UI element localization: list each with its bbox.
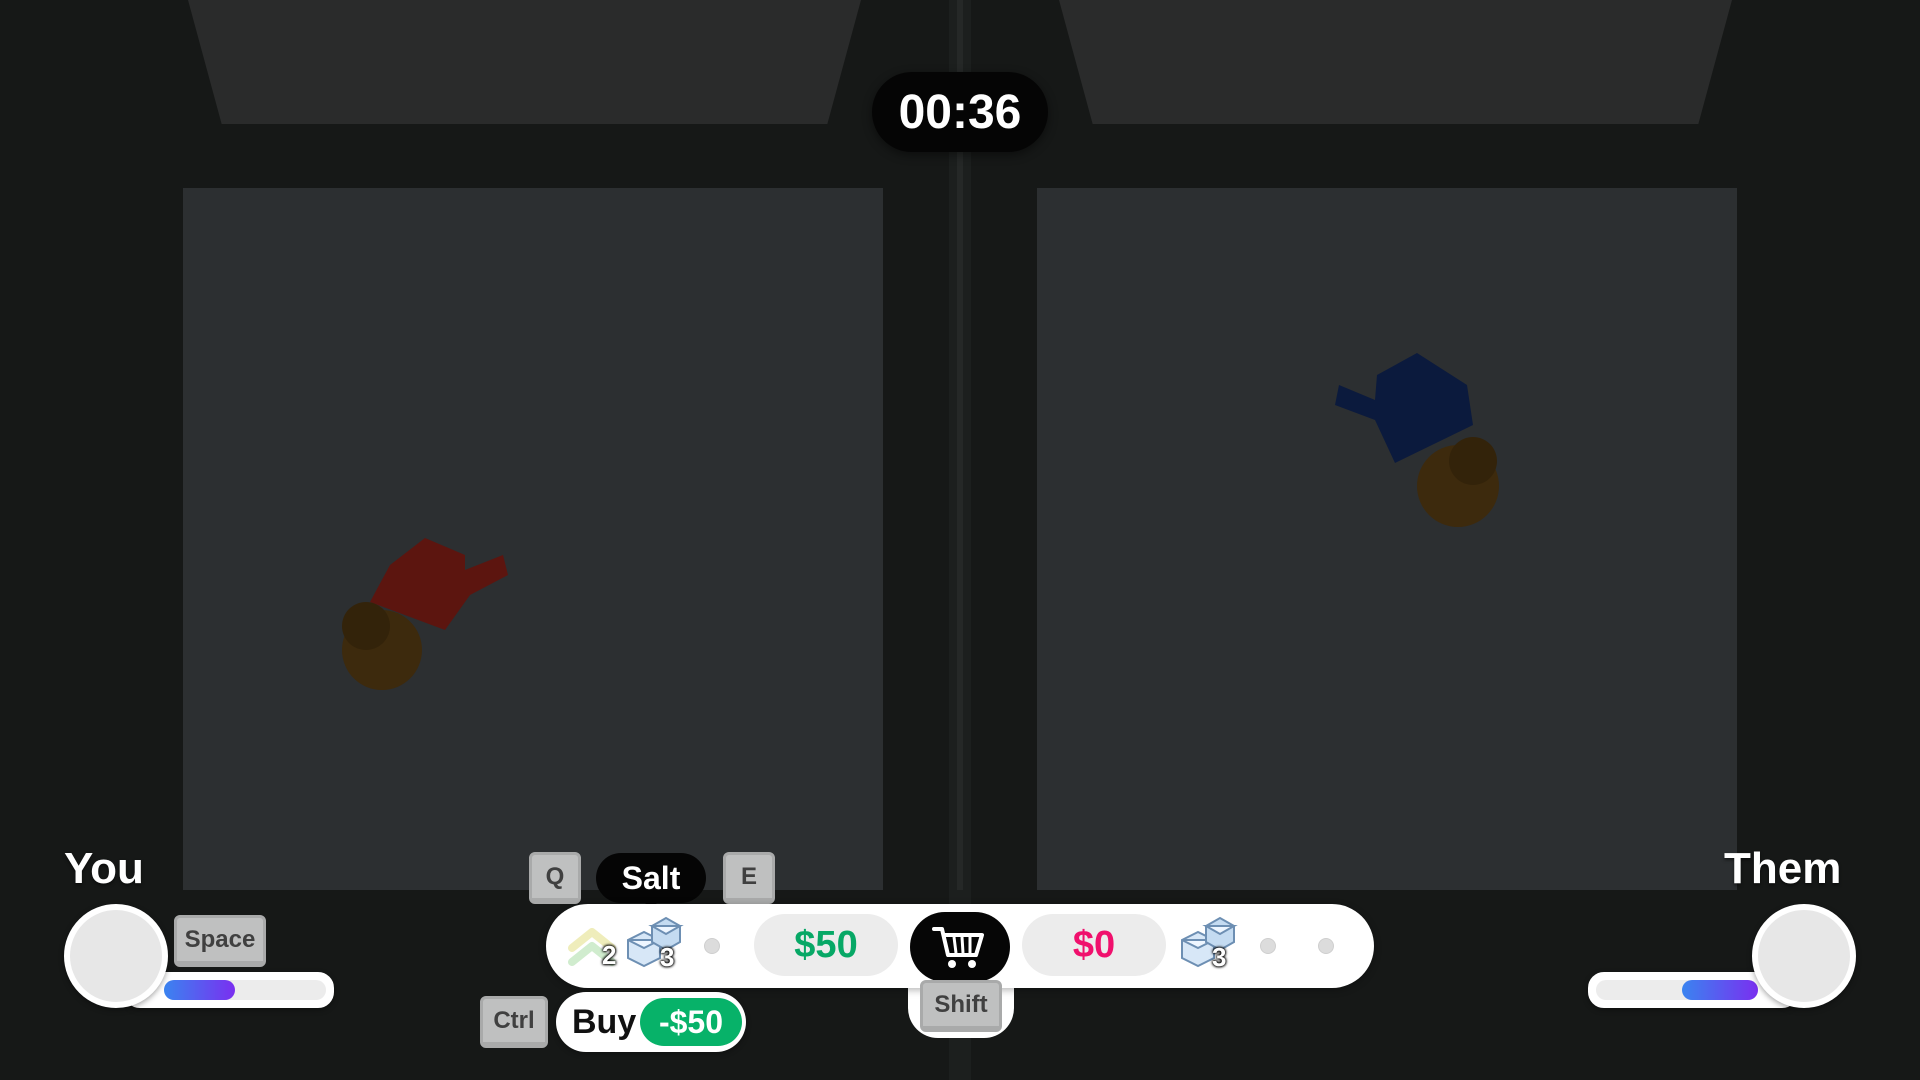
shopping-cart-icon bbox=[932, 927, 984, 968]
buy-label: Buy bbox=[572, 1002, 637, 1041]
player-label-them: Them bbox=[1724, 844, 1842, 893]
player-character-you bbox=[330, 510, 520, 700]
meter-you-fill bbox=[164, 980, 236, 1000]
key-space[interactable]: Space bbox=[174, 915, 266, 967]
item-count-salt-them: 3 bbox=[1212, 942, 1227, 972]
player-character-them bbox=[1325, 345, 1525, 535]
money-you: $50 bbox=[754, 914, 898, 976]
key-shift[interactable]: Shift bbox=[920, 980, 1002, 1032]
empty-slot-you-1[interactable] bbox=[704, 938, 720, 954]
shop-button[interactable] bbox=[910, 912, 1010, 982]
empty-slot-them-2 bbox=[1318, 938, 1334, 954]
key-q[interactable]: Q bbox=[529, 852, 581, 904]
selected-item-tooltip: Salt bbox=[596, 853, 706, 903]
arena-wall-right bbox=[1059, 0, 1732, 124]
item-slot-salt-you[interactable]: 3 bbox=[624, 914, 686, 974]
meter-you-track bbox=[164, 980, 326, 1000]
money-them: $0 bbox=[1022, 914, 1166, 976]
player-character-you-head-top bbox=[342, 602, 390, 650]
avatar-you bbox=[64, 904, 168, 1008]
salt-crystals-icon bbox=[627, 916, 684, 968]
item-count-upgrade: 2 bbox=[602, 940, 617, 970]
arena-floor-them bbox=[1037, 188, 1737, 890]
meter-them-fill bbox=[1681, 980, 1758, 1000]
salt-crystals-icon bbox=[1181, 916, 1238, 968]
arena-floor-you bbox=[183, 188, 883, 890]
key-ctrl[interactable]: Ctrl bbox=[480, 996, 548, 1048]
player-label-you: You bbox=[64, 844, 144, 893]
player-character-them-head-top bbox=[1449, 437, 1497, 485]
item-slot-salt-them: 3 bbox=[1178, 914, 1240, 974]
item-slot-upgrade[interactable]: 2 bbox=[566, 918, 622, 974]
item-count-salt-you: 3 bbox=[660, 942, 675, 972]
key-e[interactable]: E bbox=[723, 852, 775, 904]
match-timer: 00:36 bbox=[872, 72, 1048, 152]
arena-wall-left bbox=[188, 0, 861, 124]
buy-price: -$50 bbox=[640, 998, 742, 1046]
empty-slot-them-1 bbox=[1260, 938, 1276, 954]
avatar-them bbox=[1752, 904, 1856, 1008]
meter-them-track bbox=[1596, 980, 1758, 1000]
